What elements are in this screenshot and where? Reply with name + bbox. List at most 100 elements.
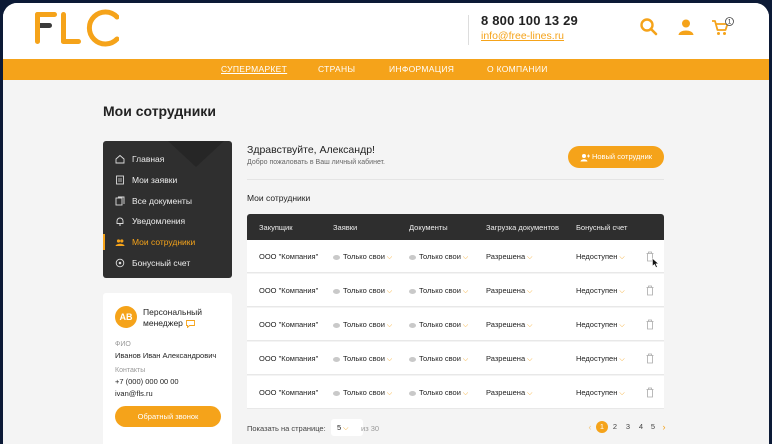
search-icon[interactable] — [639, 17, 659, 37]
chevron-down-icon: ⌵ — [527, 356, 533, 363]
bell-icon — [116, 217, 124, 226]
nav-item-countries[interactable]: СТРАНЫ — [318, 64, 355, 74]
eye-icon — [333, 254, 340, 260]
cell-requests[interactable]: Только свои ⌵ — [333, 286, 392, 296]
next-page-button[interactable]: › — [658, 421, 670, 433]
personal-manager-card: АВ Персональный менеджер ФИО Иванов Иван… — [103, 293, 232, 444]
manager-phone[interactable]: +7 (000) 000 00 00 — [115, 377, 179, 386]
active-indicator — [103, 234, 105, 250]
sidebar-item-label: Мои заявки — [132, 175, 178, 185]
prev-page-button[interactable]: ‹ — [584, 421, 596, 433]
cell-requests[interactable]: Только свои ⌵ — [333, 354, 392, 364]
cell-requests[interactable]: Только свои ⌵ — [333, 388, 392, 398]
account-sidebar: Главная Мои заявки Все документы Уведомл… — [103, 141, 232, 278]
total-count: из 30 — [361, 424, 380, 433]
chevron-down-icon: ⌵ — [386, 288, 393, 295]
page-1[interactable]: 1 — [596, 421, 608, 433]
cell-documents[interactable]: Только свои ⌵ — [409, 388, 468, 398]
column-header-bonus: Бонусный счет — [576, 223, 628, 232]
per-page-select[interactable]: 5 ⌵ — [331, 419, 363, 436]
callback-button[interactable]: Обратный звонок — [115, 406, 221, 427]
document-icon — [116, 175, 124, 185]
main-nav: СУПЕРМАРКЕТ СТРАНЫ ИНФОРМАЦИЯ О КОМПАНИИ — [3, 59, 769, 80]
sidebar-item-requests[interactable]: Мои заявки — [103, 170, 232, 190]
new-employee-label: Новый сотрудник — [591, 152, 653, 161]
fio-label: ФИО — [115, 341, 131, 348]
cell-requests[interactable]: Только свои ⌵ — [333, 320, 392, 330]
manager-email[interactable]: ivan@fls.ru — [115, 389, 153, 398]
page-title: Мои сотрудники — [103, 103, 216, 119]
trash-icon[interactable] — [645, 285, 655, 296]
column-header-buyer: Закупщик — [259, 223, 293, 232]
sidebar-item-bonus[interactable]: Бонусный счет — [103, 253, 232, 273]
trash-icon[interactable] — [645, 353, 655, 364]
sidebar-item-notifications[interactable]: Уведомления — [103, 211, 232, 231]
site-header: 8 800 100 13 29 info@free-lines.ru 1 — [3, 3, 769, 59]
cell-bonus[interactable]: Недоступен ⌵ — [576, 286, 625, 296]
cell-documents[interactable]: Только свои ⌵ — [409, 286, 468, 296]
table-row: ООО "Компания" Только свои ⌵ Только свои ⌵… — [247, 376, 664, 409]
table-row: ООО "Компания" Только свои ⌵ Только свои ⌵… — [247, 342, 664, 375]
eye-icon — [409, 390, 416, 396]
sidebar-item-label: Все документы — [132, 196, 192, 206]
trash-icon[interactable] — [645, 387, 655, 398]
cell-requests[interactable]: Только свои ⌵ — [333, 252, 392, 262]
cell-documents[interactable]: Только свои ⌵ — [409, 320, 468, 330]
greeting: Здравствуйте, Александр! — [247, 144, 375, 156]
greeting-subtitle: Добро пожаловать в Ваш личный кабинет. — [247, 159, 385, 166]
header-phone[interactable]: 8 800 100 13 29 — [481, 13, 578, 28]
page-2[interactable]: 2 — [609, 421, 621, 433]
user-icon[interactable] — [676, 17, 696, 37]
chevron-down-icon: ⌵ — [619, 322, 625, 329]
sidebar-item-home[interactable]: Главная — [103, 149, 232, 169]
cell-bonus[interactable]: Недоступен ⌵ — [576, 388, 625, 398]
chevron-down-icon: ⌵ — [527, 390, 533, 397]
page-4[interactable]: 4 — [635, 421, 647, 433]
nav-item-about[interactable]: О КОМПАНИИ — [487, 64, 548, 74]
eye-icon — [409, 322, 416, 328]
column-header-upload: Загрузка документов — [486, 223, 559, 232]
table-header: Закупщик Заявки Документы Загрузка докум… — [247, 214, 664, 240]
table-row: ООО "Компания" Только свои ⌵ Только свои ⌵… — [247, 240, 664, 273]
chat-icon[interactable] — [186, 319, 196, 329]
cell-upload[interactable]: Разрешена ⌵ — [486, 320, 532, 330]
cell-bonus[interactable]: Недоступен ⌵ — [576, 252, 625, 262]
documents-icon — [115, 196, 125, 206]
chevron-down-icon: ⌵ — [386, 390, 393, 397]
employees-icon — [115, 239, 125, 246]
chevron-down-icon: ⌵ — [619, 288, 625, 295]
section-divider — [247, 179, 664, 180]
sidebar-item-label: Главная — [132, 154, 165, 164]
chevron-down-icon: ⌵ — [386, 356, 393, 363]
eye-icon — [409, 254, 416, 260]
cell-bonus[interactable]: Недоступен ⌵ — [576, 320, 625, 330]
trash-icon[interactable] — [645, 319, 655, 330]
table-row: ООО "Компания" Только свои ⌵ Только свои ⌵… — [247, 274, 664, 307]
flc-logo[interactable] — [33, 7, 119, 49]
cell-upload[interactable]: Разрешена ⌵ — [486, 252, 532, 262]
cell-bonus[interactable]: Недоступен ⌵ — [576, 354, 625, 364]
eye-icon — [333, 390, 340, 396]
cell-documents[interactable]: Только свои ⌵ — [409, 354, 468, 364]
sidebar-item-all-documents[interactable]: Все документы — [103, 191, 232, 211]
cell-upload[interactable]: Разрешена ⌵ — [486, 388, 532, 398]
cart-icon[interactable]: 1 — [711, 17, 735, 37]
cell-upload[interactable]: Разрешена ⌵ — [486, 354, 532, 364]
nav-item-information[interactable]: ИНФОРМАЦИЯ — [389, 64, 454, 74]
cell-upload[interactable]: Разрешена ⌵ — [486, 286, 532, 296]
header-email-link[interactable]: info@free-lines.ru — [481, 30, 564, 42]
contacts-label: Контакты — [115, 367, 146, 374]
nav-item-supermarket[interactable]: СУПЕРМАРКЕТ — [221, 64, 287, 74]
header-divider — [468, 15, 469, 45]
sidebar-item-label: Бонусный счет — [132, 258, 191, 268]
chevron-down-icon: ⌵ — [527, 288, 533, 295]
mouse-cursor-icon — [652, 258, 660, 268]
sidebar-item-employees[interactable]: Мои сотрудники — [103, 232, 232, 252]
eye-icon — [409, 288, 416, 294]
eye-icon — [409, 356, 416, 362]
cell-documents[interactable]: Только свои ⌵ — [409, 252, 468, 262]
page-3[interactable]: 3 — [622, 421, 634, 433]
new-employee-button[interactable]: Новый сотрудник — [568, 146, 664, 168]
chevron-down-icon: ⌵ — [462, 288, 469, 295]
column-header-documents: Документы — [409, 223, 448, 232]
